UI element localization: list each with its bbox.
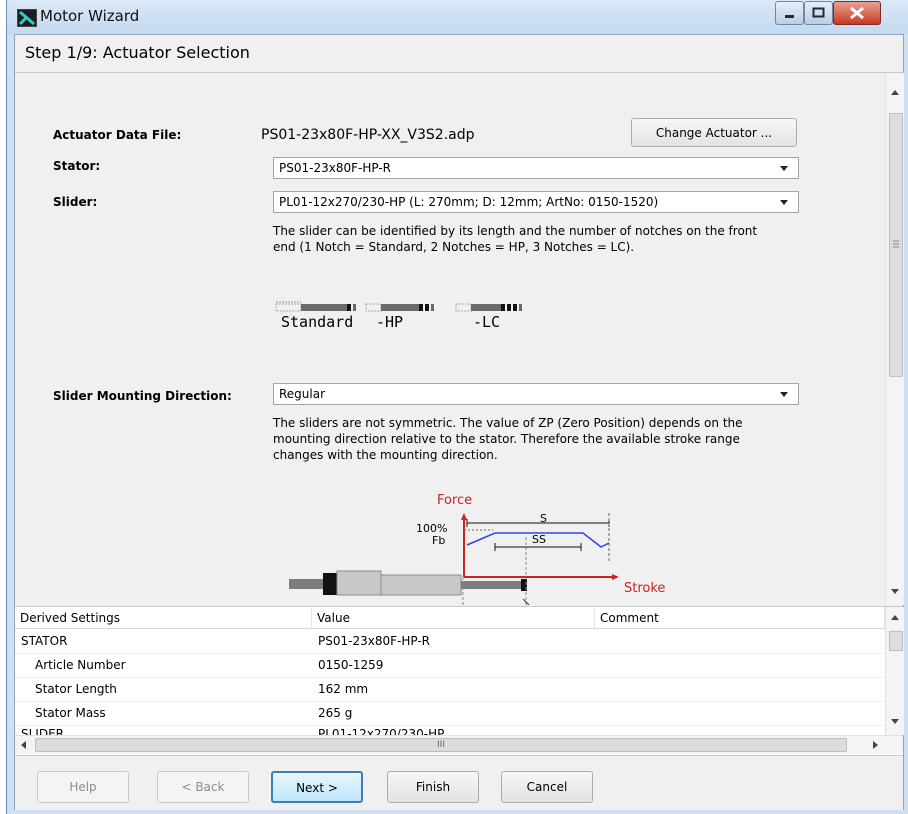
scroll-down-icon[interactable] [891, 719, 899, 724]
wizard-footer: Help < Back Next > Finish Cancel [15, 755, 903, 810]
slider-dropdown[interactable]: PL01-12x270/230-HP (L: 270mm; D: 12mm; A… [273, 191, 799, 213]
slider-description: The slider can be identified by its leng… [273, 223, 833, 255]
stator-dropdown-value: PS01-23x80F-HP-R [279, 161, 391, 175]
diagram-force-label: Force [437, 493, 473, 508]
chevron-down-icon [780, 200, 788, 205]
slider-dropdown-value: PL01-12x270/230-HP (L: 270mm; D: 12mm; A… [279, 195, 659, 209]
scroll-right-icon[interactable] [873, 741, 878, 749]
diagram-fb-label: Fb [432, 534, 446, 547]
title-bar[interactable]: Motor Wizard [7, 0, 908, 34]
diagram-ss-label: SS [532, 533, 546, 546]
window-title: Motor Wizard [40, 7, 140, 25]
force-stroke-diagram [289, 513, 619, 605]
setting-cell: Article Number [35, 658, 126, 672]
setting-cell: Stator Length [35, 682, 117, 696]
slider-label: Slider: [53, 195, 98, 209]
close-button[interactable] [833, 1, 881, 25]
back-button[interactable]: < Back [157, 771, 249, 803]
app-icon [17, 9, 37, 27]
actuator-data-file-value: PS01-23x80F-HP-XX_V3S2.adp [261, 127, 475, 143]
stator-label: Stator: [53, 159, 101, 173]
help-button[interactable]: Help [37, 771, 129, 803]
actuator-selection-panel: Actuator Data File: PS01-23x80F-HP-XX_V3… [15, 73, 885, 605]
setting-cell: SLIDER [21, 727, 65, 735]
setting-cell: Stator Mass [35, 706, 106, 720]
notch-label-lc: -LC [473, 313, 501, 331]
step-title: Step 1/9: Actuator Selection [25, 43, 250, 62]
minimize-button[interactable] [775, 1, 804, 25]
wizard-client-area: Step 1/9: Actuator Selection Actuator Da… [14, 34, 904, 810]
scrollbar-thumb[interactable]: III [35, 738, 847, 752]
stator-dropdown[interactable]: PS01-23x80F-HP-R [273, 157, 799, 179]
chevron-down-icon [780, 166, 788, 171]
mounting-description: The sliders are not symmetric. The value… [273, 415, 833, 463]
table-row[interactable]: Stator Mass 265 g [15, 702, 885, 726]
mounting-description-line: The sliders are not symmetric. The value… [273, 416, 743, 430]
diagram-s-label: S [540, 512, 547, 525]
notch-label-hp: -HP [376, 313, 404, 331]
actuator-data-file-label: Actuator Data File: [53, 128, 182, 142]
cancel-button[interactable]: Cancel [501, 771, 593, 803]
change-actuator-button[interactable]: Change Actuator ... [631, 118, 797, 147]
slider-mounting-direction-label: Slider Mounting Direction: [53, 389, 232, 403]
scroll-down-icon[interactable] [891, 589, 899, 594]
mounting-direction-dropdown[interactable]: Regular [273, 383, 799, 405]
scroll-up-icon[interactable] [891, 90, 899, 95]
table-row[interactable]: STATOR PS01-23x80F-HP-R [15, 630, 885, 654]
next-button[interactable]: Next > [271, 771, 363, 803]
scroll-up-icon[interactable] [891, 615, 899, 620]
table-row[interactable]: Stator Length 162 mm [15, 678, 885, 702]
column-header-derived-settings[interactable]: Derived Settings [15, 607, 312, 629]
value-cell: 162 mm [318, 682, 369, 696]
column-header-comment[interactable]: Comment [595, 607, 885, 629]
scrollbar-thumb[interactable] [889, 113, 903, 377]
derived-settings-grid: Derived Settings Value Comment STATOR PS… [15, 606, 904, 755]
slider-description-line: The slider can be identified by its leng… [273, 224, 758, 238]
column-header-value[interactable]: Value [312, 607, 595, 629]
motor-wizard-window: Motor Wizard Step 1/9: Actuator Selectio… [6, 0, 908, 814]
finish-button[interactable]: Finish [387, 771, 479, 803]
maximize-button[interactable] [804, 1, 833, 25]
mounting-description-line: changes with the mounting direction. [273, 448, 498, 462]
slider-description-line: end (1 Notch = Standard, 2 Notches = HP,… [273, 240, 635, 254]
value-cell: 0150-1259 [318, 658, 384, 672]
grid-horizontal-scrollbar[interactable]: III [15, 735, 903, 754]
scrollbar-thumb[interactable] [889, 631, 903, 651]
scroll-left-icon[interactable] [21, 741, 26, 749]
grid-vertical-scrollbar[interactable] [885, 607, 904, 735]
step-header: Step 1/9: Actuator Selection [15, 35, 903, 73]
chevron-down-icon [780, 392, 788, 397]
value-cell: 265 g [318, 706, 353, 720]
value-cell: PL01-12x270/230-HP [318, 727, 445, 735]
table-row-partial[interactable]: SLIDER PL01-12x270/230-HP [15, 726, 885, 735]
setting-cell: STATOR [21, 634, 68, 648]
mounting-direction-value: Regular [279, 387, 326, 401]
content-vertical-scrollbar[interactable] [885, 73, 904, 605]
notch-label-standard: Standard [281, 313, 354, 331]
value-cell: PS01-23x80F-HP-R [318, 634, 430, 648]
diagram-stroke-label: Stroke [624, 581, 666, 596]
mounting-description-line: mounting direction relative to the stato… [273, 432, 740, 446]
table-row[interactable]: Article Number 0150-1259 [15, 654, 885, 678]
